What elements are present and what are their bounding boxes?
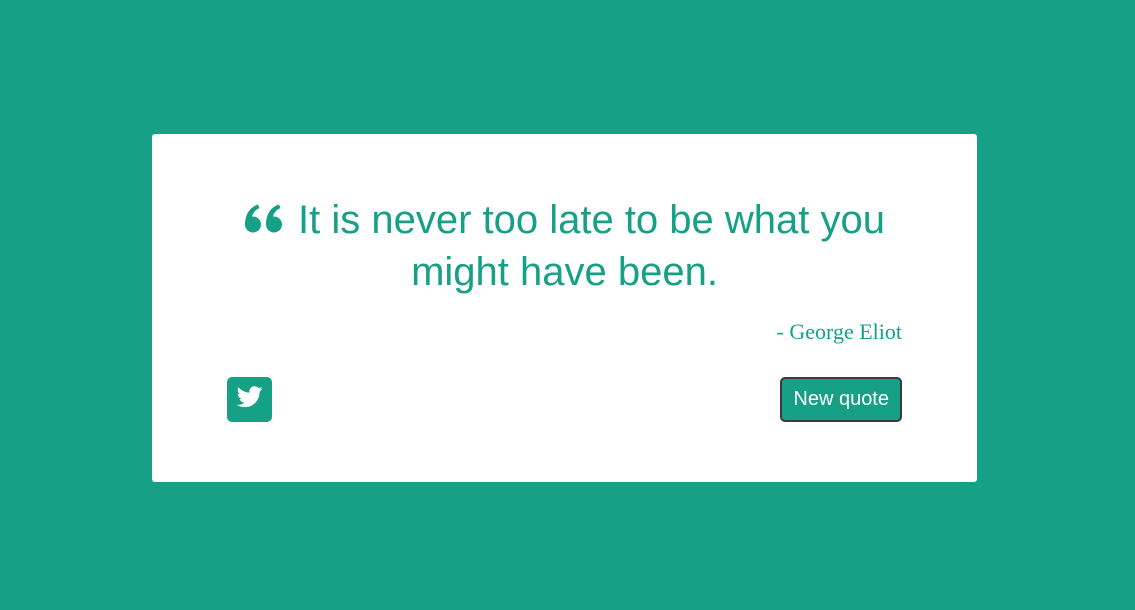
quote-left-icon <box>244 203 284 235</box>
new-quote-button[interactable]: New quote <box>780 377 902 422</box>
quote-box: It is never too late to be what you migh… <box>152 134 977 482</box>
quote-author: - George Eliot <box>776 319 902 344</box>
quote-text-block: It is never too late to be what you migh… <box>227 194 902 298</box>
tweet-quote-button[interactable] <box>227 377 272 422</box>
twitter-icon <box>236 386 263 413</box>
quote-text: It is never too late to be what you migh… <box>297 198 885 294</box>
